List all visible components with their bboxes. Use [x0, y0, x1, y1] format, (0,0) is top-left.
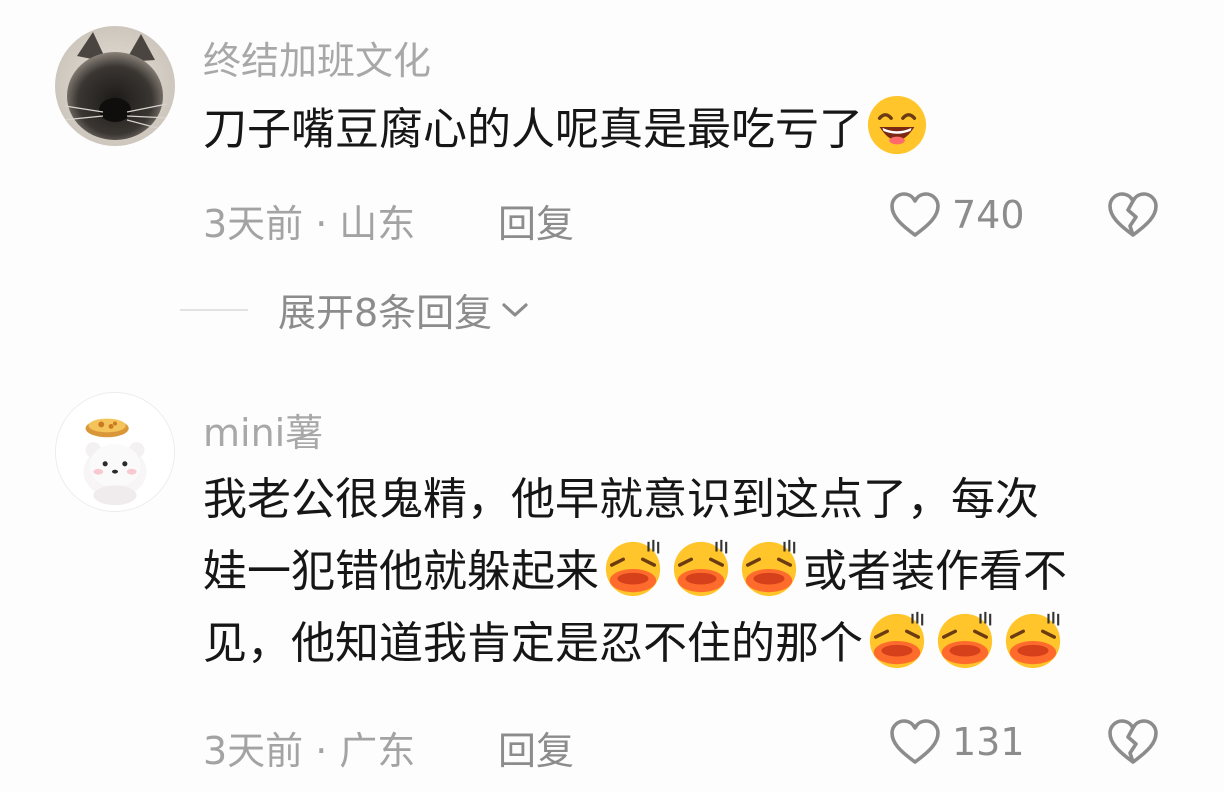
- like-button[interactable]: 131: [888, 717, 1025, 767]
- dislike-button[interactable]: [1106, 190, 1160, 244]
- like-button[interactable]: 740: [888, 190, 1025, 240]
- username[interactable]: mini薯: [203, 402, 323, 457]
- comment-location: 广东: [339, 729, 416, 773]
- avatar[interactable]: [55, 392, 175, 512]
- comment-text-segment: 刀子嘴豆腐心的人呢真是最吃亏了: [203, 104, 863, 155]
- broken-heart-icon: [1108, 719, 1158, 764]
- cat-avatar-icon: [55, 26, 175, 146]
- like-count: 131: [952, 720, 1025, 764]
- comment-item: 终结加班文化 刀子嘴豆腐心的人呢真是最吃亏了 3天前 · 山东 回复 740: [0, 0, 1224, 260]
- laugh-cry-emoji-icon: [741, 539, 797, 597]
- laugh-cry-emoji-icon: [869, 611, 925, 669]
- chevron-down-icon: [502, 302, 528, 317]
- broken-heart-icon: [1108, 192, 1158, 237]
- comment-text: 我老公很鬼精，他早就意识到这点了，每次 娃一犯错他就躲起来 或者装作看不 见，他…: [203, 464, 1183, 680]
- expand-replies-label: 展开8条回复: [278, 291, 493, 335]
- laugh-cry-emoji-icon: [605, 539, 661, 597]
- comment-item: mini薯 我老公很鬼精，他早就意识到这点了，每次 娃一犯错他就躲起来 或者装作…: [0, 380, 1224, 792]
- meta-separator: ·: [315, 202, 328, 246]
- comment-text-segment: 娃一犯错他就躲起来: [203, 546, 599, 597]
- like-count: 740: [952, 193, 1025, 237]
- bear-egg-tart-avatar-icon: [56, 393, 174, 511]
- comment-text-segment: 或者装作看不: [803, 546, 1067, 597]
- comment-time: 3天前: [203, 202, 304, 246]
- comment-location: 山东: [339, 202, 416, 246]
- username[interactable]: 终结加班文化: [203, 30, 431, 85]
- laugh-cry-emoji-icon: [937, 611, 993, 669]
- avatar[interactable]: [55, 26, 175, 146]
- reply-button[interactable]: 回复: [498, 720, 574, 775]
- comment-time: 3天前: [203, 729, 304, 773]
- dislike-button[interactable]: [1106, 717, 1160, 771]
- comment-text-segment: 见，他知道我肯定是忍不住的那个: [203, 618, 863, 669]
- comment-text: 刀子嘴豆腐心的人呢真是最吃亏了: [203, 94, 1183, 166]
- reply-button[interactable]: 回复: [498, 193, 574, 248]
- expand-replies-button[interactable]: 展开8条回复: [180, 282, 530, 337]
- comment-meta: 3天前 · 广东: [203, 720, 415, 775]
- grin-emoji-icon: [867, 95, 927, 155]
- comment-text-line: 娃一犯错他就躲起来 或者装作看不: [203, 536, 1183, 608]
- comment-meta: 3天前 · 山东: [203, 193, 415, 248]
- laugh-cry-emoji-icon: [673, 539, 729, 597]
- laugh-cry-emoji-icon: [1005, 611, 1061, 669]
- expand-divider: [180, 308, 248, 311]
- heart-outline-icon: [890, 719, 940, 764]
- comment-text-line: 我老公很鬼精，他早就意识到这点了，每次: [203, 474, 1039, 525]
- meta-separator: ·: [315, 729, 328, 773]
- heart-outline-icon: [890, 192, 940, 237]
- comment-text-line: 见，他知道我肯定是忍不住的那个: [203, 608, 1183, 680]
